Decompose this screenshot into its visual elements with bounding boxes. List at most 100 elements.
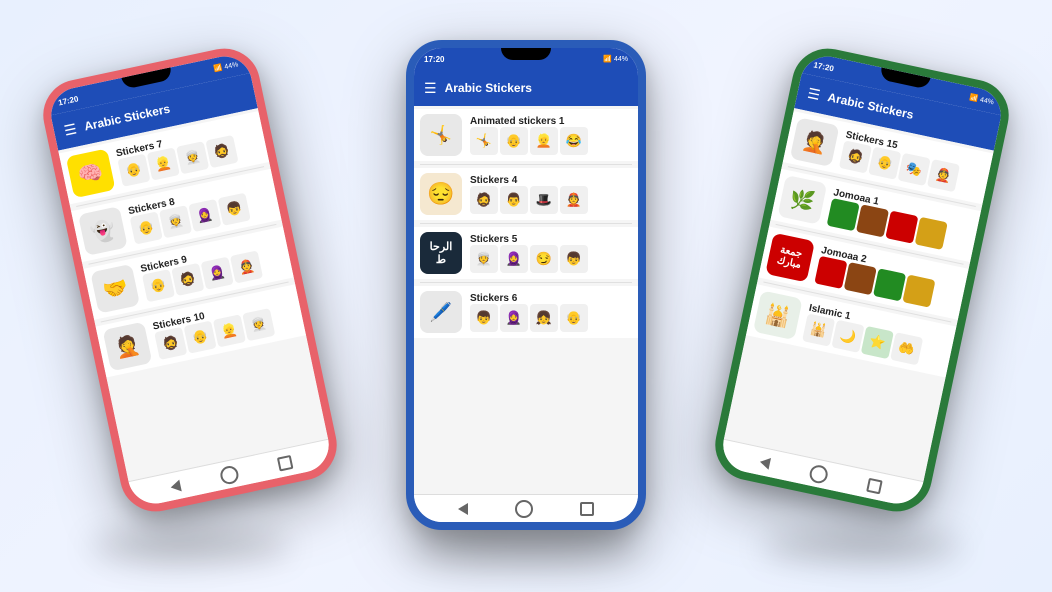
sticker-icon-animated1: 🤸 — [420, 114, 462, 156]
back-btn-left[interactable] — [170, 479, 182, 493]
status-icons-right: 📶 44% — [969, 93, 995, 106]
app-title-center: Arabic Stickers — [445, 81, 532, 95]
preview — [856, 204, 889, 237]
sticker-row-6[interactable]: 🖊️ Stickers 6 👦 🧕 👧 👴 — [414, 286, 638, 338]
sticker-icon-6: 🖊️ — [420, 291, 462, 333]
preview: 👱 — [147, 147, 180, 180]
preview: 🧕 — [500, 304, 528, 332]
preview: 👦 — [218, 192, 251, 225]
preview: 👱 — [530, 127, 558, 155]
sticker-info-5: Stickers 5 👳 🧕 😏 👦 — [466, 234, 632, 273]
content-center: 🤸 Animated stickers 1 🤸 👴 👱 😂 😔 Stickers… — [414, 106, 638, 494]
phone-center: 17:20 📶 44% ☰ Arabic Stickers 🤸 Animated… — [406, 40, 646, 530]
notch-center — [501, 48, 551, 60]
content-right: 🤦 Stickers 15 🧔 👴 🎭 👲 🌿 Jomoaa 1 — [724, 108, 994, 481]
time-center: 17:20 — [424, 55, 444, 64]
sticker-icon-jomoaa2: جمعةمبارك — [765, 233, 815, 283]
divider — [420, 223, 632, 224]
sticker-icon-8: 👻 — [78, 206, 128, 256]
notch-left — [121, 67, 172, 89]
preview: 👧 — [530, 304, 558, 332]
preview: 😏 — [530, 245, 558, 273]
shadow-left — [90, 532, 290, 562]
shadow-right — [762, 532, 962, 562]
preview: 🧔 — [839, 140, 872, 173]
preview — [814, 255, 847, 288]
sticker-icon-jomoaa1: 🌿 — [777, 175, 827, 225]
preview: 👲 — [560, 186, 588, 214]
hamburger-left[interactable]: ☰ — [62, 120, 78, 139]
preview: 👴 — [500, 127, 528, 155]
preview: 🧔 — [154, 326, 187, 359]
preview: 👳 — [159, 205, 192, 238]
preview: 👳 — [470, 245, 498, 273]
preview: 👴 — [130, 211, 163, 244]
preview — [915, 216, 948, 249]
content-left: 🧠 Stickers 7 👴 👱 👳 🧔 👻 Stickers 8 — [58, 108, 328, 481]
sticker-icon-5: الرحاط — [420, 232, 462, 274]
preview — [902, 274, 935, 307]
preview: 👳 — [176, 141, 209, 174]
sticker-row-4[interactable]: 😔 Stickers 4 🧔 👨 🎩 👲 — [414, 168, 638, 220]
sticker-icon-islamic1: 🕌 — [753, 290, 803, 340]
preview: 👲 — [230, 250, 263, 283]
preview: 👴 — [142, 269, 175, 302]
preview: 👱 — [213, 314, 246, 347]
bottom-nav-center — [414, 494, 638, 522]
divider — [420, 164, 632, 165]
sticker-previews-animated1: 🤸 👴 👱 😂 — [470, 127, 632, 155]
sticker-row-5[interactable]: الرحاط Stickers 5 👳 🧕 😏 👦 — [414, 227, 638, 279]
back-btn-right[interactable] — [759, 455, 771, 469]
preview: 👴 — [560, 304, 588, 332]
preview — [873, 268, 906, 301]
sticker-title-animated1: Animated stickers 1 — [470, 116, 632, 127]
hamburger-right[interactable]: ☰ — [806, 84, 822, 103]
phones-container: 17:20 📶 44% ☰ Arabic Stickers 🧠 Stickers… — [0, 0, 1052, 592]
sticker-previews-4: 🧔 👨 🎩 👲 — [470, 186, 632, 214]
preview: 🎩 — [530, 186, 558, 214]
shadow-center — [411, 532, 641, 562]
back-btn-center[interactable] — [458, 503, 468, 515]
preview: 🤲 — [890, 332, 923, 365]
preview: 😂 — [560, 127, 588, 155]
sticker-previews-6: 👦 🧕 👧 👴 — [470, 304, 632, 332]
preview — [827, 198, 860, 231]
preview: 🧕 — [188, 198, 221, 231]
divider — [420, 282, 632, 283]
recent-btn-center[interactable] — [580, 502, 594, 516]
sticker-icon-7: 🧠 — [66, 148, 116, 198]
preview: 🕌 — [802, 313, 835, 346]
recent-btn-right[interactable] — [866, 477, 883, 494]
preview: 👦 — [560, 245, 588, 273]
sticker-icon-9: 🤝 — [90, 264, 140, 314]
home-btn-center[interactable] — [515, 500, 533, 518]
sticker-title-6: Stickers 6 — [470, 293, 632, 304]
app-bar-center: ☰ Arabic Stickers — [414, 70, 638, 106]
preview: 🤸 — [470, 127, 498, 155]
preview: 🌙 — [831, 319, 864, 352]
sticker-icon-10: 🤦 — [103, 322, 153, 372]
sticker-info-6: Stickers 6 👦 🧕 👧 👴 — [466, 293, 632, 332]
preview: 👴 — [868, 146, 901, 179]
hamburger-center[interactable]: ☰ — [424, 80, 437, 97]
preview: 👨 — [500, 186, 528, 214]
preview — [844, 262, 877, 295]
recent-btn-left[interactable] — [276, 454, 293, 471]
sticker-info-4: Stickers 4 🧔 👨 🎩 👲 — [466, 175, 632, 214]
sticker-title-5: Stickers 5 — [470, 234, 632, 245]
sticker-row-animated1[interactable]: 🤸 Animated stickers 1 🤸 👴 👱 😂 — [414, 109, 638, 161]
home-btn-right[interactable] — [808, 463, 829, 484]
preview: 👴 — [117, 153, 150, 186]
status-icons-left: 📶 44% — [213, 60, 239, 73]
preview: 🧔 — [205, 134, 238, 167]
sticker-icon-15: 🤦 — [790, 117, 840, 167]
home-btn-left[interactable] — [219, 464, 240, 485]
preview: 🧕 — [500, 245, 528, 273]
preview: 👲 — [927, 159, 960, 192]
phone-left: 17:20 📶 44% ☰ Arabic Stickers 🧠 Stickers… — [37, 42, 344, 518]
preview: 👳 — [242, 308, 275, 341]
preview: 🧔 — [171, 262, 204, 295]
notch-right — [879, 67, 930, 89]
time-right: 17:20 — [813, 60, 835, 73]
sticker-title-4: Stickers 4 — [470, 175, 632, 186]
